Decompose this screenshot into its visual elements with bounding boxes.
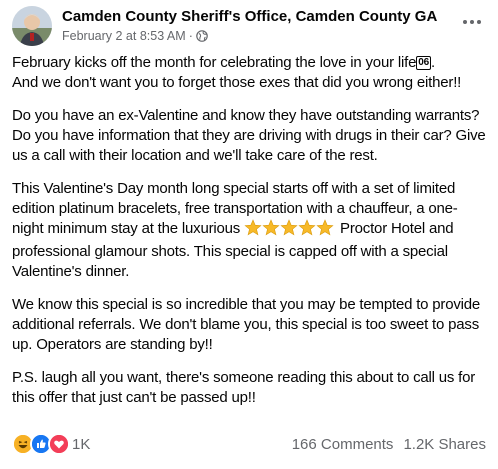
comments-count[interactable]: 166 Comments — [292, 436, 394, 453]
post-paragraph-3: This Valentine's Day month long special … — [12, 179, 488, 282]
more-options-button[interactable] — [456, 8, 488, 36]
five-stars-icon — [244, 219, 336, 242]
meta-separator: · — [188, 29, 193, 43]
post-paragraph-5: P.S. laugh all you want, there's someone… — [12, 369, 476, 406]
avatar[interactable] — [12, 6, 52, 46]
avatar-photo — [12, 6, 52, 46]
page-name[interactable]: Camden County Sheriff's Office, Camden C… — [62, 8, 437, 25]
post-footer: 1K 166 Comments 1.2K Shares — [12, 432, 486, 456]
post-paragraph-4: We know this special is so incredible th… — [12, 296, 481, 353]
post-paragraph-1: February kicks off the month for celebra… — [12, 54, 462, 91]
post-meta: February 2 at 8:53 AM · — [62, 29, 208, 43]
reaction-icons — [12, 433, 70, 455]
facebook-post: Camden County Sheriff's Office, Camden C… — [0, 0, 498, 469]
post-text-1a: February kicks off the month for celebra… — [12, 54, 417, 71]
reactions-summary[interactable]: 1K — [12, 433, 90, 455]
post-text-1b: And we don't want you to forget those ex… — [12, 74, 462, 91]
post-header: Camden County Sheriff's Office, Camden C… — [12, 6, 488, 50]
more-horizontal-icon — [463, 20, 481, 24]
badge-06-icon: 06 — [416, 56, 431, 70]
post-body: February kicks off the month for celebra… — [12, 53, 488, 421]
shares-count[interactable]: 1.2K Shares — [403, 436, 486, 453]
reaction-count[interactable]: 1K — [72, 436, 90, 453]
post-timestamp[interactable]: February 2 at 8:53 AM — [62, 29, 186, 43]
globe-icon[interactable] — [196, 30, 208, 42]
engagement-counts: 166 Comments 1.2K Shares — [292, 436, 486, 453]
post-paragraph-2: Do you have an ex-Valentine and know the… — [12, 107, 486, 164]
love-icon — [48, 433, 70, 455]
